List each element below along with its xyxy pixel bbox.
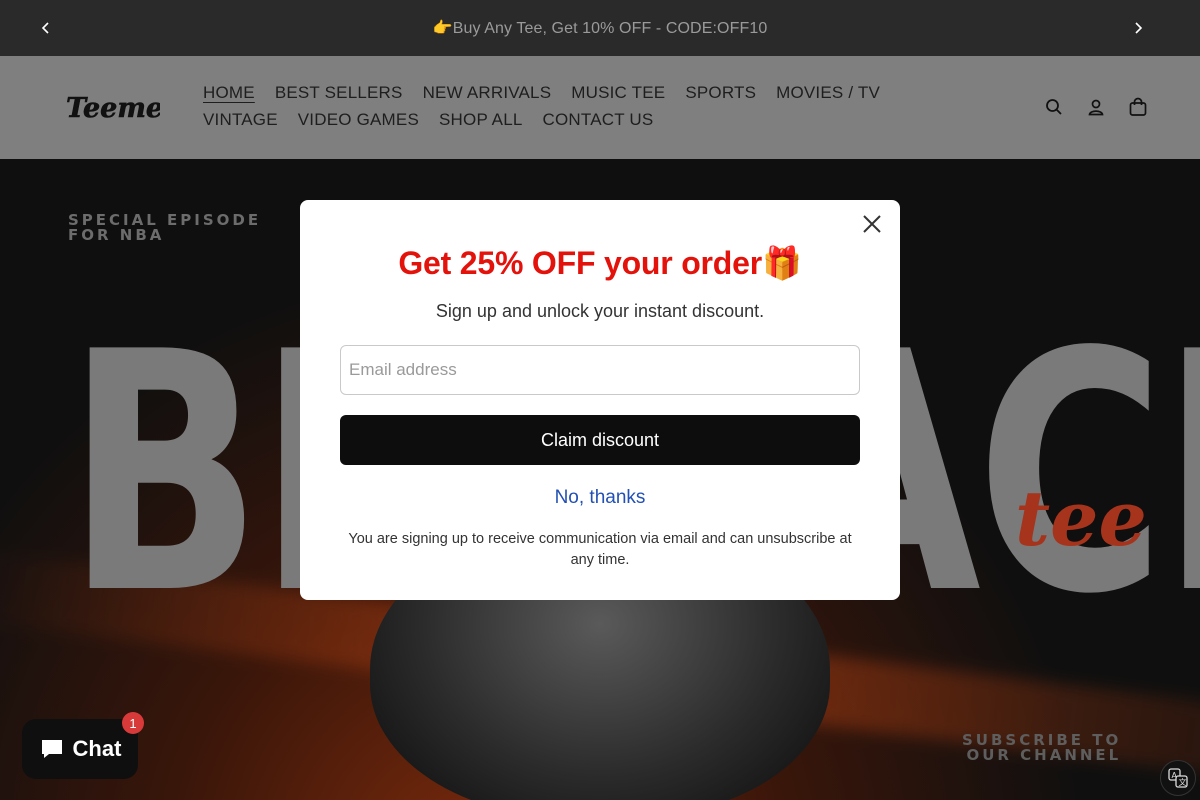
popup-title: Get 25% OFF your order🎁 <box>398 245 802 281</box>
chat-button[interactable]: Chat 1 <box>22 712 144 779</box>
svg-text:A: A <box>1172 771 1178 780</box>
no-thanks-link[interactable]: No, thanks <box>300 487 900 509</box>
claim-discount-button[interactable]: Claim discount <box>340 415 860 465</box>
chat-badge: 1 <box>122 712 144 734</box>
chat-label: Chat <box>72 736 122 761</box>
popup-legal-text: You are signing up to receive communicat… <box>348 531 852 568</box>
translate-icon[interactable]: A文 <box>1160 760 1196 796</box>
popup-subtitle: Sign up and unlock your instant discount… <box>435 301 765 321</box>
email-field[interactable] <box>340 345 860 395</box>
discount-popup: Get 25% OFF your order🎁 Sign up and unlo… <box>300 200 900 600</box>
svg-text:文: 文 <box>1179 777 1187 787</box>
chat-bubble-icon <box>41 740 62 758</box>
close-icon[interactable] <box>860 212 884 236</box>
